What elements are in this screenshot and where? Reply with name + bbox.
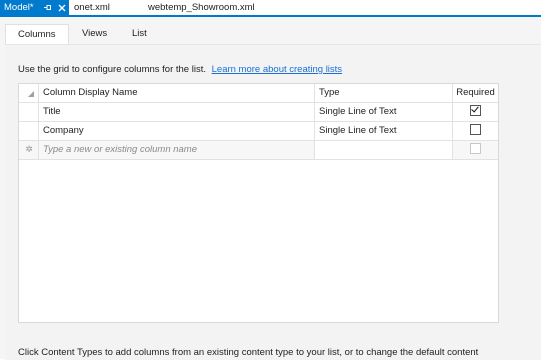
select-all-corner[interactable] [19,84,39,102]
new-column-row[interactable]: ✲ Type a new or existing column name [19,141,498,160]
table-row[interactable]: Company Single Line of Text [19,122,498,141]
new-column-name-input[interactable]: Type a new or existing column name [39,141,315,159]
new-required-checkbox [470,142,481,154]
pin-icon[interactable] [42,0,53,15]
row-selector[interactable] [19,103,39,121]
columns-panel: Use the grid to configure columns for th… [5,44,541,360]
header-required[interactable]: Required [453,84,498,102]
required-cell [453,103,498,121]
column-type-cell[interactable]: Single Line of Text [315,103,453,121]
designer-tabs: Columns Views List [0,24,541,45]
intro-label: Use the grid to configure columns for th… [18,64,206,75]
new-required-cell [453,141,498,159]
column-type-cell[interactable]: Single Line of Text [315,122,453,140]
required-checkbox[interactable] [470,104,481,116]
new-row-asterisk-icon: ✲ [25,144,33,154]
close-icon[interactable] [56,0,67,15]
table-row[interactable]: Title Single Line of Text [19,103,498,122]
grid-header-row: Column Display Name Type Required [19,84,498,103]
corner-triangle-icon [28,91,34,97]
header-column-name[interactable]: Column Display Name [39,84,315,102]
intro-text: Use the grid to configure columns for th… [18,64,342,75]
learn-more-link[interactable]: Learn more about creating lists [212,64,342,75]
column-name-cell[interactable]: Title [39,103,315,121]
doc-tab-model[interactable]: Model* [0,0,69,15]
document-tab-strip: Model* onet.xml webtemp_Showroom.xml [0,0,541,17]
columns-grid: Column Display Name Type Required Title … [18,83,499,323]
tab-list[interactable]: List [120,24,159,44]
tab-columns[interactable]: Columns [5,24,69,45]
column-name-cell[interactable]: Company [39,122,315,140]
row-selector[interactable] [19,122,39,140]
list-designer: Columns Views List Use the grid to confi… [0,17,541,360]
footer-text: Click Content Types to add columns from … [18,347,479,358]
tab-views[interactable]: Views [70,24,119,44]
required-cell [453,122,498,140]
doc-tab-webtemp[interactable]: webtemp_Showroom.xml [148,0,255,15]
header-type[interactable]: Type [315,84,453,102]
doc-tab-onet[interactable]: onet.xml [74,0,110,15]
required-checkbox[interactable] [470,123,481,135]
new-row-selector: ✲ [19,141,39,159]
new-column-type-cell[interactable] [315,141,453,159]
doc-tab-model-label: Model* [4,2,34,13]
